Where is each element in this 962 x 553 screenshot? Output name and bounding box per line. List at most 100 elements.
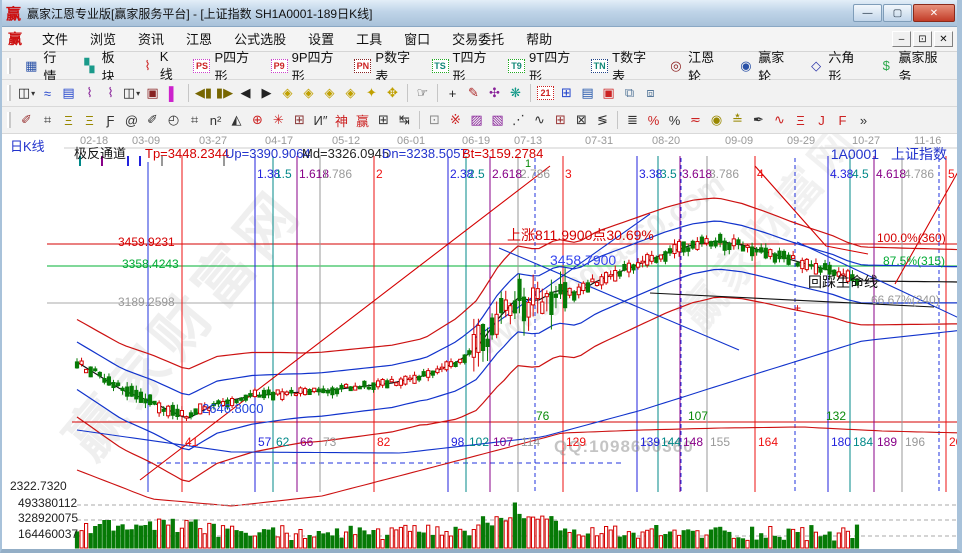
min3-chart-button[interactable]: ⌇ <box>79 83 100 103</box>
kline-button[interactable]: ⌇K线 <box>132 49 186 83</box>
winner-service-button[interactable]: $赢家服务 <box>871 47 953 85</box>
histogram-button[interactable]: ▌ <box>163 83 184 103</box>
kline-button-label: K线 <box>160 49 180 83</box>
next-bar-button[interactable]: ▶ <box>256 83 277 103</box>
angle-pen-button[interactable]: ✎ <box>463 83 484 103</box>
bigwheel-icon: ◉ <box>738 58 754 74</box>
shen-tool[interactable]: 神 <box>331 110 352 130</box>
angle-tool[interactable]: ◭ <box>226 110 247 130</box>
f-ruler-tool[interactable]: Ƒ <box>100 110 121 130</box>
close-button[interactable]: ✕ <box>913 4 955 22</box>
toolbar-grip <box>7 85 11 101</box>
channel-tool[interactable]: ≶ <box>592 110 613 130</box>
brush-tool[interactable]: ✐ <box>16 110 37 130</box>
child-restore-button[interactable]: ⊡ <box>913 31 932 47</box>
gold-ruler1-tool[interactable]: Ξ <box>58 110 79 130</box>
pct-tool[interactable]: % <box>664 110 685 130</box>
ying-tool[interactable]: 赢 <box>352 110 373 130</box>
grid-red-tool[interactable]: ⊞ <box>550 110 571 130</box>
pct-line-tool[interactable]: ≂ <box>685 110 706 130</box>
quotes-button[interactable]: ▦行情 <box>16 47 74 85</box>
notes-button[interactable]: ▤ <box>577 83 598 103</box>
winner-wheel-button[interactable]: ◉赢家轮 <box>731 47 801 85</box>
minimize-button[interactable]: — <box>853 4 882 22</box>
overlay-button[interactable]: ≈ <box>37 83 58 103</box>
more-tools-button[interactable]: » <box>853 110 874 130</box>
gold-line-tool[interactable]: ≛ <box>727 110 748 130</box>
t-square-button[interactable]: TST四方形 <box>425 47 501 85</box>
sectors-button[interactable]: ▚板块 <box>74 47 132 85</box>
star-web-tool[interactable]: ✳ <box>268 110 289 130</box>
pct-icon: % <box>669 113 681 128</box>
lines-tool[interactable]: ⋰ <box>508 110 529 130</box>
frame-tool[interactable]: ⊡ <box>424 110 445 130</box>
shift-left-button[interactable]: ◈ <box>277 83 298 103</box>
fan2-tool[interactable]: ▨ <box>466 110 487 130</box>
calendar-button[interactable]: 21 <box>535 83 556 103</box>
min9-chart-button[interactable]: ⌇ <box>100 83 121 103</box>
wave-red-tool[interactable]: ∿ <box>769 110 790 130</box>
last-bar-button[interactable]: ▮▶ <box>214 83 235 103</box>
toolbar-separator <box>530 84 531 102</box>
wave-red-icon: ∿ <box>774 112 785 128</box>
spiral-tool[interactable]: @ <box>121 110 142 130</box>
n2-tool[interactable]: n² <box>205 110 226 130</box>
crosshair-button[interactable]: + <box>442 83 463 103</box>
gann-tool-icon: ✣ <box>489 85 500 101</box>
candle-small-icon: ◫ <box>123 85 135 101</box>
prev-bar-button[interactable]: ◀ <box>235 83 256 103</box>
hist-pct-tool[interactable]: ≣ <box>622 110 643 130</box>
gold-angle-tool[interactable]: Ξ <box>790 110 811 130</box>
child-close-button[interactable]: ✕ <box>934 31 953 47</box>
fan3-tool[interactable]: ▧ <box>487 110 508 130</box>
menu-item-2[interactable]: 资讯 <box>127 29 175 50</box>
save-button[interactable]: ▣ <box>598 83 619 103</box>
candle-small-button[interactable]: ◫▾ <box>121 83 142 103</box>
pattern-button[interactable]: ▣ <box>142 83 163 103</box>
fit-button[interactable]: ✦ <box>361 83 382 103</box>
j-angle-tool[interactable]: J <box>811 110 832 130</box>
gann-wheel-button[interactable]: ◎江恩轮 <box>661 47 731 85</box>
gold-circle-tool[interactable]: ◉ <box>706 110 727 130</box>
width-tool[interactable]: ↹ <box>394 110 415 130</box>
circle-cross-tool[interactable]: ⊕ <box>247 110 268 130</box>
grid123-tool[interactable]: ⊞ <box>373 110 394 130</box>
grid2-tool[interactable]: ⊠ <box>571 110 592 130</box>
zoom-out-button[interactable]: ◈ <box>340 83 361 103</box>
hand-button[interactable]: ☞ <box>412 83 433 103</box>
ink-tool[interactable]: ✒ <box>748 110 769 130</box>
ruler-tool[interactable]: ⌗ <box>184 110 205 130</box>
fan-tool[interactable]: ※ <box>445 110 466 130</box>
overlay-icon: ≈ <box>44 86 51 101</box>
child-minimize-button[interactable]: – <box>892 31 911 47</box>
toolbar-separator <box>617 111 618 129</box>
board-button[interactable]: ▤ <box>58 83 79 103</box>
t-number-button[interactable]: TNT数字表 <box>584 47 660 85</box>
time-circle-tool[interactable]: ◴ <box>163 110 184 130</box>
first-bar-button[interactable]: ◀▮ <box>193 83 214 103</box>
9p-square-button[interactable]: P99P四方形 <box>264 47 348 85</box>
pc-order-button[interactable]: ⧈ <box>640 83 661 103</box>
hexagon-button[interactable]: ◇六角形 <box>801 47 871 85</box>
zoom-in-button[interactable]: ◈ <box>319 83 340 103</box>
gann-ruler-tool[interactable]: ⌗ <box>37 110 58 130</box>
9t-square-button[interactable]: T99T四方形 <box>501 47 584 85</box>
p-square-button[interactable]: PSP四方形 <box>186 47 263 85</box>
pc-sync-icon: ⧉ <box>625 85 634 101</box>
shift-right-button[interactable]: ◈ <box>298 83 319 103</box>
calculator-button[interactable]: ⊞ <box>556 83 577 103</box>
k-mark-tool[interactable]: И″ <box>310 110 331 130</box>
pc-sync-button[interactable]: ⧉ <box>619 83 640 103</box>
expand-button[interactable]: ✥ <box>382 83 403 103</box>
pen-tool[interactable]: ✐ <box>142 110 163 130</box>
gann-tool-button[interactable]: ✣ <box>484 83 505 103</box>
f-angle-tool[interactable]: F <box>832 110 853 130</box>
analysis-button[interactable]: ❋ <box>505 83 526 103</box>
gold-ruler2-tool[interactable]: Ξ <box>79 110 100 130</box>
pct-red-tool[interactable]: % <box>643 110 664 130</box>
zigzag-tool[interactable]: ∿ <box>529 110 550 130</box>
maximize-button[interactable]: ▢ <box>883 4 912 22</box>
p-number-button[interactable]: PNP数字表 <box>347 47 424 85</box>
kline-style-button[interactable]: ◫▾ <box>16 83 37 103</box>
grid-web-tool[interactable]: ⊞ <box>289 110 310 130</box>
